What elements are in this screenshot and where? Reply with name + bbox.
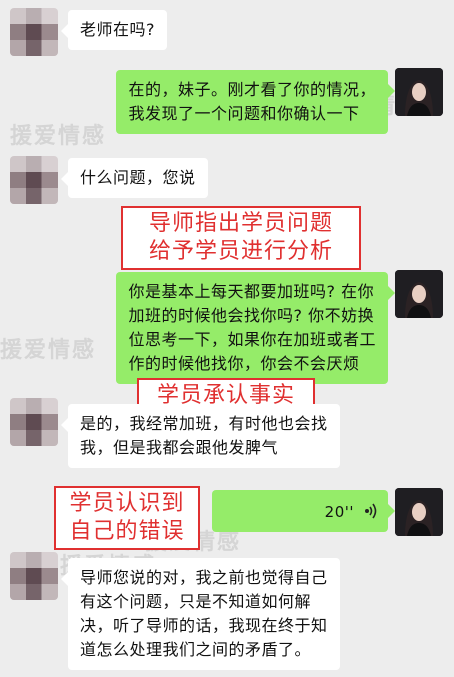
student-avatar[interactable] xyxy=(10,552,58,600)
watermark-text: 援爱情感 xyxy=(0,338,97,363)
message-text: 老师在吗? xyxy=(80,20,155,39)
message-text: 什么问题，您说 xyxy=(80,168,196,187)
coach-avatar[interactable] xyxy=(395,68,443,116)
message-text: 位思考一下，如果你在加班或者工 xyxy=(128,330,376,349)
coach-avatar[interactable] xyxy=(395,270,443,318)
message-bubble-student: 老师在吗? xyxy=(61,10,167,50)
message-text: 作的时候他找你，你会不会厌烦 xyxy=(128,354,360,373)
message-text: 道怎么处理我们之间的矛盾了。 xyxy=(80,640,312,659)
coach-avatar[interactable] xyxy=(395,488,443,536)
coach-photo xyxy=(395,68,443,116)
message-text: 决，听了导师的话，我现在终于知 xyxy=(80,616,328,635)
message-bubble-student: 是的，我经常加班，有时他也会找 我，但是我都会跟他发脾气 xyxy=(61,404,340,468)
student-avatar[interactable] xyxy=(10,156,58,204)
message-text: 你是基本上每天都要加班吗? 在你 xyxy=(128,282,375,301)
student-avatar[interactable] xyxy=(10,398,58,446)
coach-photo xyxy=(395,488,443,536)
message-bubble-coach: 你是基本上每天都要加班吗? 在你 加班的时候他会找你吗? 你不妨换 位思考一下，… xyxy=(116,272,395,384)
message-bubble-student: 导师您说的对，我之前也觉得自己 有这个问题，只是不知道如何解 决，听了导师的话，… xyxy=(61,558,340,670)
voice-duration: 20'' xyxy=(324,503,354,521)
student-avatar[interactable] xyxy=(10,8,58,56)
annotation-text: 学员认识到 xyxy=(69,491,185,516)
voice-wave-icon xyxy=(364,502,378,527)
message-text: 加班的时候他会找你吗? 你不妨换 xyxy=(128,306,375,325)
watermark-text: 援爱情感 xyxy=(10,124,107,149)
annotation-text: 给予学员进行分析 xyxy=(148,239,333,264)
message-text: 我发现了一个问题和你确认一下 xyxy=(128,104,360,123)
message-bubble-student: 什么问题，您说 xyxy=(61,158,208,198)
coach-photo xyxy=(395,270,443,318)
voice-message[interactable]: 20'' xyxy=(212,490,395,532)
message-text: 在的，妹子。刚才看了你的情况， xyxy=(128,80,376,99)
annotation-text: 导师指出学员问题 xyxy=(148,211,333,236)
message-text: 我，但是我都会跟他发脾气 xyxy=(80,438,279,457)
message-text: 导师您说的对，我之前也觉得自己 xyxy=(80,568,328,587)
message-text: 有这个问题，只是不知道如何解 xyxy=(80,592,312,611)
message-bubble-coach: 在的，妹子。刚才看了你的情况， 我发现了一个问题和你确认一下 xyxy=(116,70,395,134)
message-text: 是的，我经常加班，有时他也会找 xyxy=(80,414,328,433)
annotation-box: 导师指出学员问题 给予学员进行分析 xyxy=(121,206,361,270)
annotation-box: 学员认识到 自己的错误 xyxy=(54,486,200,550)
annotation-text: 自己的错误 xyxy=(69,519,185,544)
